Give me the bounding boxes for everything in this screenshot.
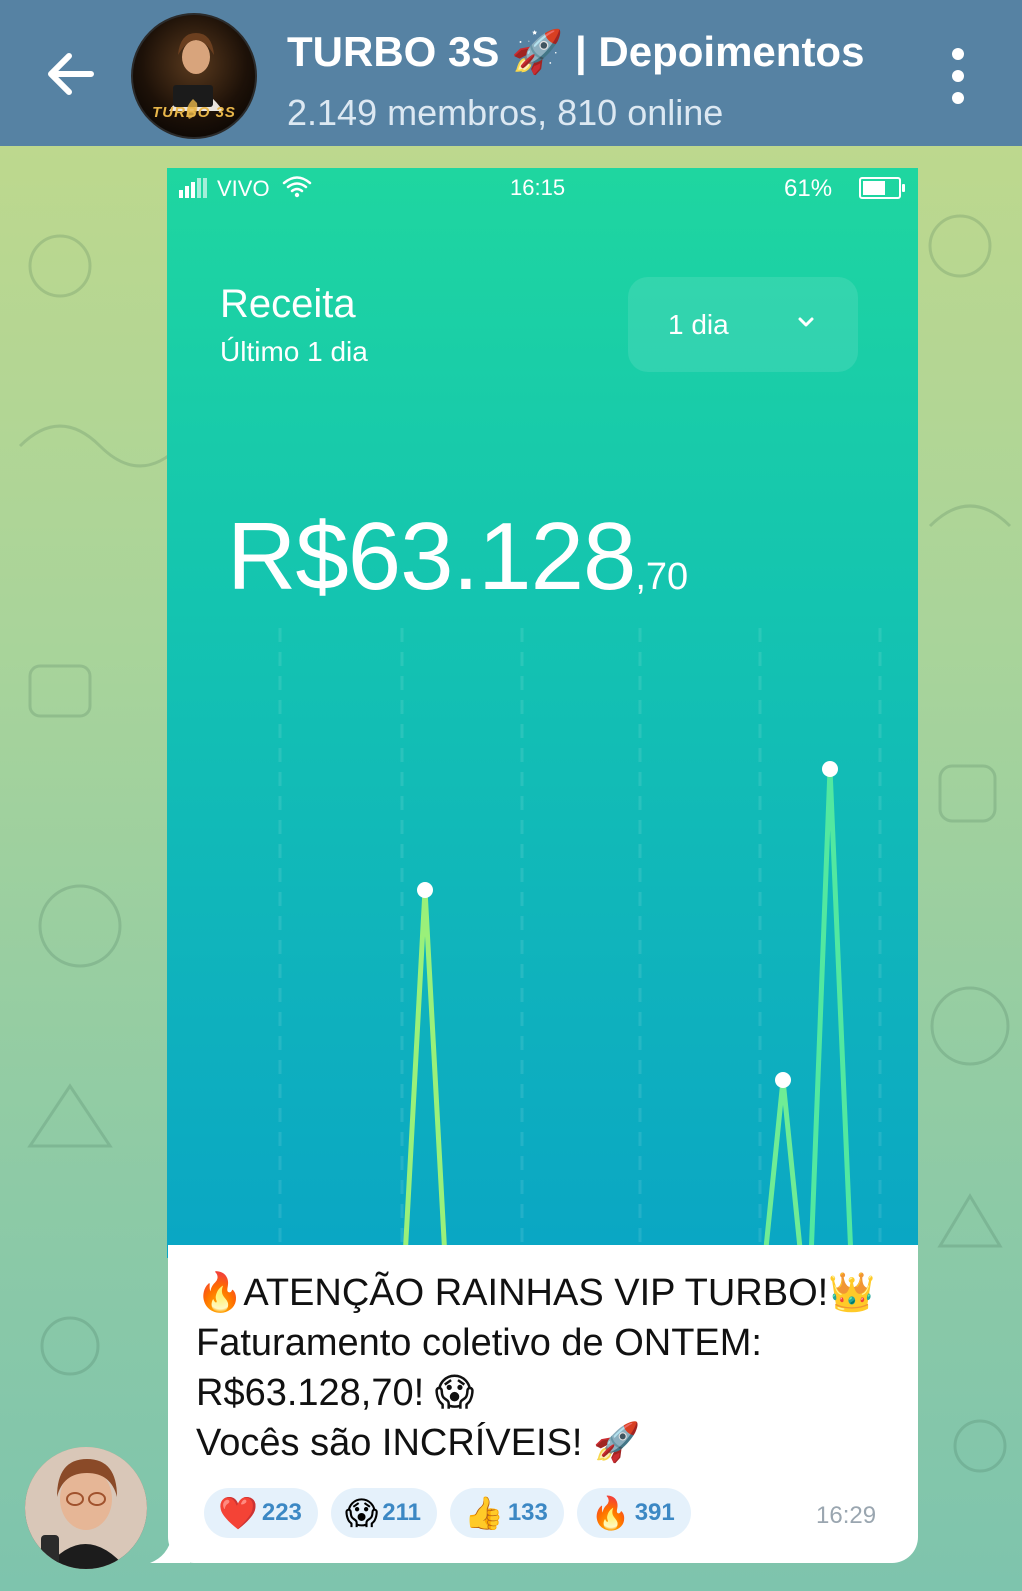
chevron-down-icon bbox=[798, 317, 814, 327]
reaction-count: 211 bbox=[382, 1499, 421, 1526]
scream-face-icon: 😱 bbox=[344, 1495, 379, 1531]
reaction-fire[interactable]: 🔥 391 bbox=[576, 1488, 691, 1538]
message-line: 🔥ATENÇÃO RAINHAS VIP TURBO!👑 bbox=[196, 1272, 876, 1314]
reaction-count: 133 bbox=[507, 1499, 548, 1526]
message-line: Vocês são INCRÍVEIS! 🚀 bbox=[196, 1422, 641, 1464]
sender-avatar[interactable] bbox=[25, 1447, 147, 1569]
more-vertical-icon bbox=[952, 48, 964, 60]
chart-spike-2 bbox=[762, 1077, 804, 1258]
battery-icon bbox=[859, 177, 905, 199]
sender-photo bbox=[25, 1447, 147, 1569]
wifi-icon bbox=[282, 176, 312, 198]
message-photo[interactable]: VIVO 16:15 61% Receita Último 1 dia 1 di… bbox=[167, 168, 918, 1258]
message-line: R$63.128,70! 😱 bbox=[196, 1372, 475, 1414]
reaction-count: 391 bbox=[634, 1499, 675, 1526]
carrier-name: VIVO bbox=[217, 176, 270, 201]
revenue-amount-cents: ,70 bbox=[635, 556, 689, 598]
chart-spike-3 bbox=[808, 766, 854, 1258]
chart-point-3 bbox=[822, 761, 838, 777]
channel-member-count: 2.149 membros, 810 online bbox=[287, 92, 724, 133]
revenue-period-subtitle: Último 1 dia bbox=[220, 336, 368, 367]
thumbs-up-icon: 👍 bbox=[463, 1495, 504, 1531]
message-bubble-tail bbox=[150, 1536, 190, 1563]
channel-avatar[interactable]: TURBO 3S bbox=[131, 13, 257, 139]
reaction-scream[interactable]: 😱 211 bbox=[330, 1488, 437, 1538]
reaction-count: 223 bbox=[261, 1499, 302, 1526]
avatar-brand-text: TURBO 3S bbox=[152, 104, 236, 121]
revenue-line-chart bbox=[278, 628, 882, 1258]
reaction-thumbs-up[interactable]: 👍 133 bbox=[449, 1488, 564, 1538]
reaction-heart[interactable]: ❤️ 223 bbox=[204, 1488, 318, 1538]
message-timestamp: 16:29 bbox=[816, 1502, 877, 1529]
chart-point-2 bbox=[775, 1072, 791, 1088]
status-time: 16:15 bbox=[510, 175, 566, 200]
fire-icon: 🔥 bbox=[590, 1495, 631, 1531]
heart-icon: ❤️ bbox=[218, 1495, 258, 1531]
signal-icon bbox=[179, 178, 207, 198]
back-button[interactable] bbox=[40, 44, 100, 104]
phone-status-bar: VIVO 16:15 61% bbox=[167, 168, 918, 208]
channel-title[interactable]: TURBO 3S 🚀 | Depoimentos bbox=[287, 28, 864, 77]
arrow-left-icon bbox=[48, 53, 94, 95]
revenue-amount: R$63.128,70 bbox=[227, 502, 688, 612]
period-dropdown-value: 1 dia bbox=[668, 309, 729, 340]
period-dropdown: 1 dia bbox=[628, 277, 858, 372]
revenue-amount-main: R$63.128 bbox=[227, 503, 636, 610]
message-line: Faturamento coletivo de ONTEM: bbox=[196, 1322, 762, 1364]
battery-percent: 61% bbox=[784, 175, 833, 202]
chart-spike-1 bbox=[402, 887, 448, 1258]
revenue-title: Receita bbox=[220, 282, 356, 326]
chart-point-1 bbox=[417, 882, 433, 898]
message-text: 🔥ATENÇÃO RAINHAS VIP TURBO!👑 Faturamento… bbox=[196, 1268, 906, 1468]
more-options-button[interactable] bbox=[940, 48, 976, 104]
reactions-bar: ❤️ 223 😱 211 👍 133 🔥 391 bbox=[204, 1488, 691, 1538]
chat-header: TURBO 3S TURBO 3S 🚀 | Depoimentos 2.149 … bbox=[0, 0, 1022, 146]
